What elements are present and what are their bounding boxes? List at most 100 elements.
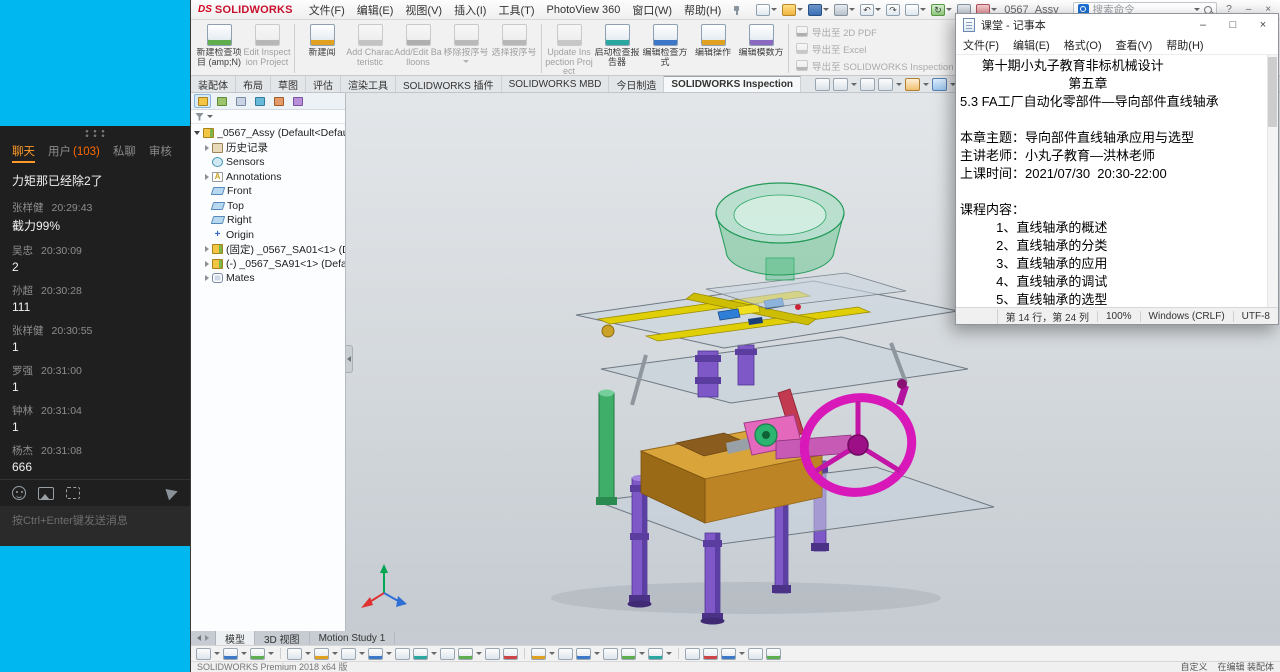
edit-operation-button[interactable]: 编辑操作 [689,22,737,58]
convert-entities-icon[interactable] [558,647,573,660]
sketch-icon[interactable] [223,647,238,660]
new-inspection-project-button[interactable]: 新建检查项目 (amp;N) [195,22,243,67]
notepad-menu-view[interactable]: 查看(V) [1109,37,1160,53]
tab-moderation[interactable]: 审核 [149,143,172,163]
save-icon[interactable] [807,3,830,17]
image-upload-icon[interactable] [38,486,54,500]
circle-icon[interactable] [341,647,356,660]
launch-inspection-report-button[interactable]: 启动检查报告器 [593,22,641,67]
tab-users[interactable]: 用户 (103) [48,143,100,163]
menu-window[interactable]: 窗口(W) [626,2,678,18]
menu-file[interactable]: 文件(F) [303,2,351,18]
feature-manager-tab-icon[interactable] [194,94,211,108]
menu-tools[interactable]: 工具(T) [492,2,540,18]
arc-icon[interactable] [368,647,383,660]
repair-sketch-icon[interactable] [703,647,718,660]
section-view-icon[interactable] [878,77,894,91]
undo-icon[interactable]: ↶ [859,3,882,17]
notepad-menu-file[interactable]: 文件(F) [956,37,1006,53]
menu-edit[interactable]: 编辑(E) [351,2,400,18]
scroll-left-icon[interactable] [197,635,201,641]
quick-snaps-icon[interactable] [721,647,736,660]
notepad-maximize-button[interactable]: □ [1218,14,1248,36]
menu-view[interactable]: 视图(V) [399,2,448,18]
chat-input-box[interactable]: 按Ctrl+Enter键发送消息 [0,506,190,546]
move-entities-icon[interactable] [648,647,663,660]
send-message-icon[interactable] [165,485,180,501]
property-manager-tab-icon[interactable] [213,94,230,108]
text-icon[interactable] [485,647,500,660]
rectangle-icon[interactable] [314,647,329,660]
notepad-close-button[interactable]: × [1248,14,1278,36]
notepad-title-bar[interactable]: 课堂 - 记事本 – □ × [956,14,1278,36]
select-arrow-icon[interactable] [196,647,211,660]
configuration-manager-tab-icon[interactable] [232,94,249,108]
status-customize-link[interactable]: 自定义 [1180,662,1207,672]
pin-toolbar-icon[interactable] [731,5,741,15]
instant2d-icon[interactable] [766,647,781,660]
tab-assembly[interactable]: 装配体 [191,76,236,92]
sketch-fillet-icon[interactable] [458,647,473,660]
rebuild-icon[interactable]: ↻ [930,3,953,17]
panel-splitter-handle[interactable] [346,345,353,373]
display-relations-icon[interactable] [685,647,700,660]
rapid-sketch-icon[interactable] [748,647,763,660]
tab-addins[interactable]: SOLIDWORKS 插件 [396,76,502,92]
tree-item-front-plane[interactable]: Front [191,184,345,199]
tab-inspection[interactable]: SOLIDWORKS Inspection [664,76,802,92]
emoji-icon[interactable] [12,486,26,500]
redo-icon[interactable]: ↷ [885,3,901,17]
search-dropdown-icon[interactable] [1194,8,1201,11]
tab-render-tools[interactable]: 渲染工具 [341,76,396,92]
notepad-text-area[interactable]: 第十期小丸子教育非标机械设计 第五章 5.3 FA工厂自动化零部件—导向部件直线… [956,55,1278,307]
tree-item-subassembly-sa91[interactable]: (-) _0567_SA91<1> (Default<Defa [191,257,345,272]
menu-photoview[interactable]: PhotoView 360 [541,4,627,16]
point-icon[interactable] [503,647,518,660]
tab-layout[interactable]: 布局 [236,76,271,92]
tab-today-manufacture[interactable]: 今日制造 [609,76,665,92]
menu-insert[interactable]: 插入(I) [448,2,492,18]
tree-item-mates[interactable]: Mates [191,271,345,286]
display-manager-tab-icon[interactable] [270,94,287,108]
zoom-area-icon[interactable] [833,77,849,91]
open-icon[interactable] [781,3,804,17]
line-icon[interactable] [287,647,302,660]
tab-chat[interactable]: 聊天 [12,143,35,163]
view-orientation-icon[interactable] [905,77,921,91]
spline-icon[interactable] [413,647,428,660]
drag-handle-icon[interactable] [83,129,107,137]
tab-mbd[interactable]: SOLIDWORKS MBD [502,76,610,92]
notepad-menu-edit[interactable]: 编辑(E) [1006,37,1057,53]
polygon-icon[interactable] [395,647,410,660]
trim-entities-icon[interactable] [531,647,546,660]
tree-filter-bar[interactable] [191,110,345,124]
screenshot-icon[interactable] [66,487,80,499]
notepad-scrollbar[interactable] [1267,55,1278,307]
display-style-icon[interactable] [932,77,948,91]
tab-private-chat[interactable]: 私聊 [113,143,136,163]
dimxpert-manager-tab-icon[interactable] [251,94,268,108]
tree-item-annotations[interactable]: A Annotations [191,170,345,185]
edit-template-button[interactable]: 编辑模数方 [737,22,785,58]
select-icon[interactable] [904,3,927,17]
edit-inspection-method-button[interactable]: 编辑检查方式 [641,22,689,67]
tree-item-top-plane[interactable]: Top [191,199,345,214]
tab-3d-views[interactable]: 3D 视图 [255,631,310,646]
notepad-menu-help[interactable]: 帮助(H) [1159,37,1210,53]
tree-item-history[interactable]: 历史记录 [191,141,345,156]
tab-sketch[interactable]: 草图 [271,76,306,92]
inspection-manager-tab-icon[interactable] [289,94,306,108]
tree-item-origin[interactable]: + Origin [191,228,345,243]
new-document-icon[interactable] [755,3,778,17]
tab-motion-study[interactable]: Motion Study 1 [310,631,396,645]
menu-help[interactable]: 帮助(H) [678,2,727,18]
smart-dimension-icon[interactable] [250,647,265,660]
tree-item-subassembly-sa01[interactable]: (固定) _0567_SA01<1> (Default<D [191,242,345,257]
notepad-menu-format[interactable]: 格式(O) [1057,37,1109,53]
tab-evaluate[interactable]: 评估 [306,76,341,92]
ellipse-icon[interactable] [440,647,455,660]
linear-sketch-pattern-icon[interactable] [621,647,636,660]
tree-item-sensors[interactable]: Sensors [191,155,345,170]
scroll-right-icon[interactable] [205,635,209,641]
tab-model[interactable]: 模型 [216,631,255,646]
